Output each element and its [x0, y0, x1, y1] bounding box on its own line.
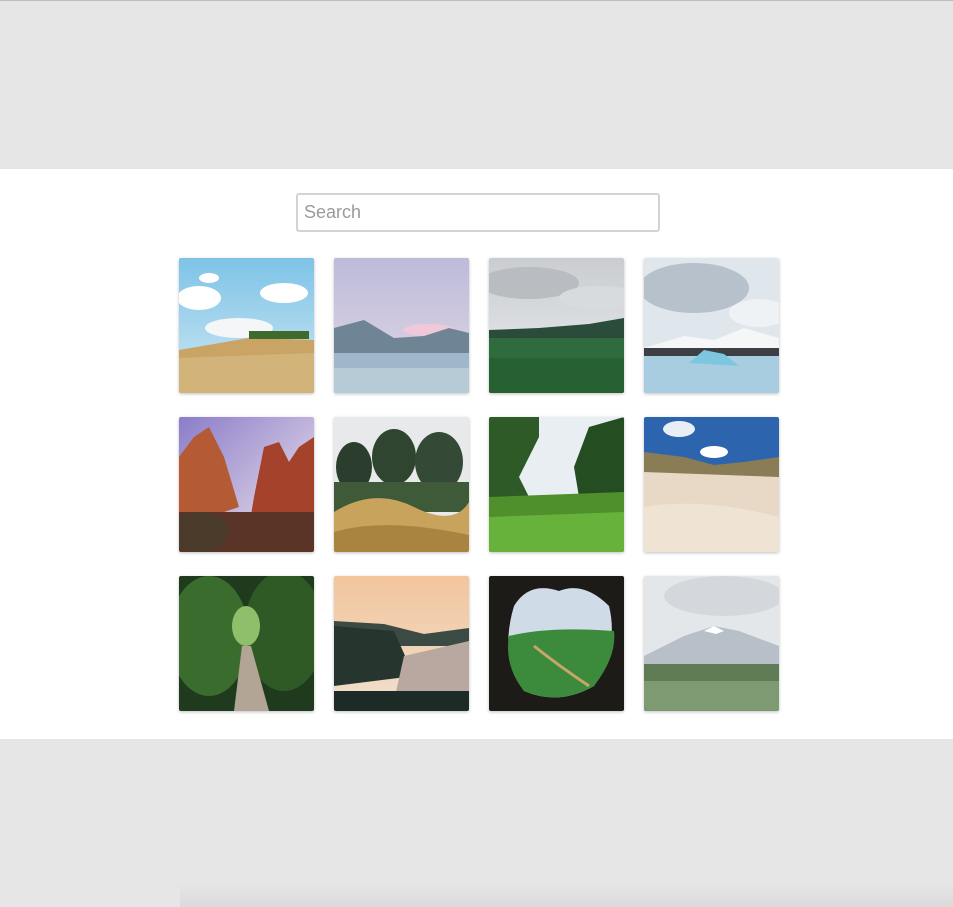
photo-tile[interactable]	[334, 417, 469, 552]
photo-tile[interactable]	[644, 258, 779, 393]
photo-pine-brush	[334, 417, 469, 552]
bottom-shadow	[180, 883, 953, 907]
photo-tile[interactable]	[179, 417, 314, 552]
photo-tile[interactable]	[179, 576, 314, 711]
photo-tile[interactable]	[489, 258, 624, 393]
photo-sand-dunes	[644, 417, 779, 552]
photo-red-canyon	[179, 417, 314, 552]
photo-tile[interactable]	[489, 417, 624, 552]
photo-tile[interactable]	[644, 417, 779, 552]
photo-tile[interactable]	[644, 576, 779, 711]
photo-hay-field	[179, 258, 314, 393]
photo-tile[interactable]	[489, 576, 624, 711]
bottom-band	[0, 739, 953, 907]
photo-tile[interactable]	[334, 258, 469, 393]
photo-coastal-sunset	[334, 576, 469, 711]
photo-cave-window	[489, 576, 624, 711]
photo-green-valley	[489, 417, 624, 552]
photo-forest-path	[179, 576, 314, 711]
photo-glacier-lagoon	[644, 258, 779, 393]
photo-snowy-mountain	[644, 576, 779, 711]
photo-tile[interactable]	[179, 258, 314, 393]
photo-misty-lake	[334, 258, 469, 393]
gallery-panel	[0, 169, 953, 739]
top-band	[0, 0, 953, 169]
photo-tile[interactable]	[334, 576, 469, 711]
photo-green-meadow	[489, 258, 624, 393]
search-input[interactable]	[296, 193, 660, 232]
